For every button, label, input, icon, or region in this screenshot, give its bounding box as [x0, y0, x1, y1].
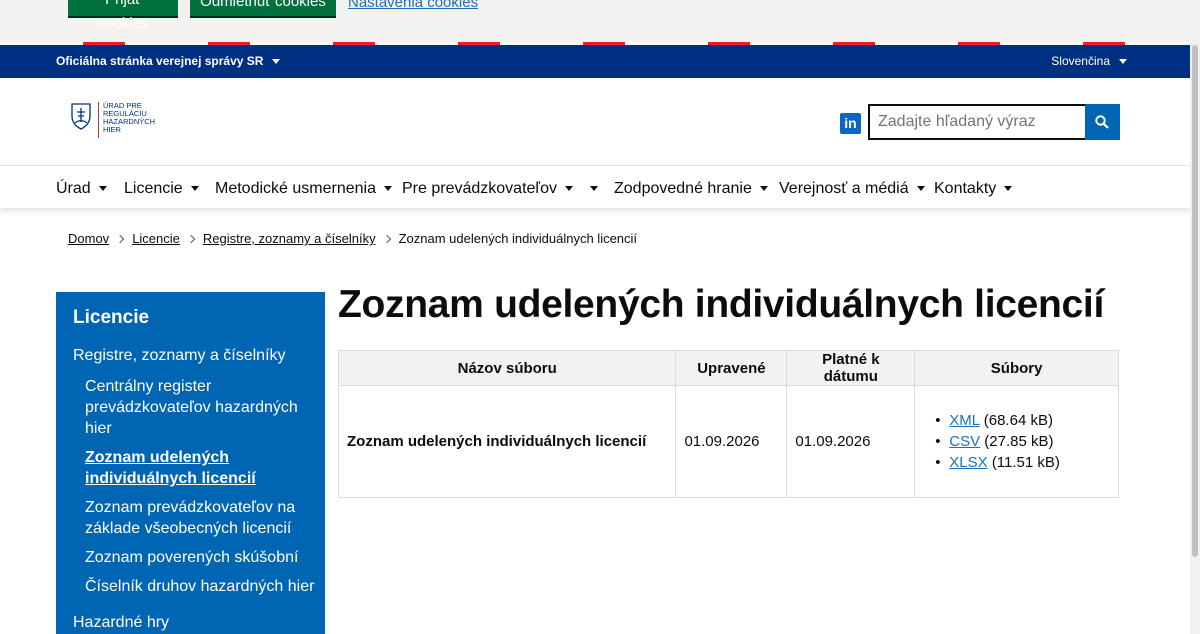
- valid-date-cell: 01.09.2026: [786, 385, 916, 498]
- cookie-bar: Prijať cookies Odmietnuť cookies Nastave…: [0, 0, 1200, 42]
- nav-label: Zodpovedné hranie: [614, 180, 752, 197]
- nav-item-unlabeled[interactable]: [582, 180, 598, 198]
- list-item: XML (68.64 kB): [949, 410, 1110, 431]
- breadcrumb-link-domov[interactable]: Domov: [68, 231, 109, 246]
- coat-of-arms-icon: [71, 103, 91, 130]
- download-xml-link[interactable]: XML: [949, 412, 979, 429]
- nav-label: Kontakty: [934, 180, 997, 197]
- logo-text: ÚRAD PRE REGULÁCIU HAZARDNÝCH HIER: [103, 101, 156, 134]
- chevron-down-icon: [383, 186, 392, 192]
- chevron-down-icon: [916, 186, 925, 192]
- sidenav-item-centralny-register[interactable]: Centrálny register prevádzkovateľov haza…: [85, 376, 315, 439]
- official-site-label: Oficiálna stránka verejnej správy SR: [56, 54, 264, 68]
- file-name-cell: Zoznam udelených individuálnych licencií: [337, 385, 677, 498]
- nav-item-pre-prevadzkovatelov[interactable]: Pre prevádzkovateľov: [402, 180, 573, 198]
- table-row: Zoznam udelených individuálnych licencií…: [337, 385, 1119, 498]
- breadcrumb: Domov Licencie Registre, zoznamy a čísel…: [68, 231, 637, 246]
- search-button[interactable]: [1085, 104, 1120, 140]
- breadcrumb-current: Zoznam udelených individuálnych licencií: [398, 231, 638, 246]
- nav-label: Úrad: [56, 180, 91, 197]
- column-header-platne: Platné k dátumu: [786, 350, 916, 386]
- side-navigation: Licencie Registre, zoznamy a číselníky C…: [56, 292, 325, 634]
- sidenav-item-ciselnik[interactable]: Číselník druhov hazardných hier: [85, 576, 315, 597]
- sidenav-title[interactable]: Licencie: [73, 307, 149, 329]
- modified-date-cell: 01.09.2026: [675, 385, 788, 498]
- nav-item-licencie[interactable]: Licencie: [124, 180, 199, 198]
- search-input[interactable]: [868, 104, 1086, 140]
- sidenav-section-registre[interactable]: Registre, zoznamy a číselníky: [73, 347, 286, 365]
- nav-label: Metodické usmernenia: [215, 180, 376, 197]
- files-cell: XML (68.64 kB) CSV (27.85 kB) XLSX (11.5…: [914, 385, 1119, 498]
- nav-item-verejnost-a-media[interactable]: Verejnosť a médiá: [779, 180, 925, 198]
- linkedin-icon[interactable]: in: [840, 113, 861, 134]
- nav-label: Pre prevádzkovateľov: [402, 180, 557, 197]
- file-size: (27.85 kB): [984, 433, 1054, 450]
- chevron-right-icon: [382, 234, 391, 243]
- chevron-down-icon: [190, 186, 199, 192]
- column-header-subory: Súbory: [914, 350, 1119, 386]
- sidenav-item-zoznam-prevadzkovatelov[interactable]: Zoznam prevádzkovateľov na základe všeob…: [85, 497, 315, 539]
- sidenav-item-hazardne-hry[interactable]: Hazardné hry: [73, 614, 169, 632]
- language-label: Slovenčina: [1051, 54, 1110, 68]
- logo-divider: [98, 102, 99, 138]
- site-logo[interactable]: ÚRAD PRE REGULÁCIU HAZARDNÝCH HIER: [70, 102, 173, 138]
- flag-stripes: [0, 42, 1190, 45]
- nav-item-metodicke-usmernenia[interactable]: Metodické usmernenia: [215, 180, 392, 198]
- download-xlsx-link[interactable]: XLSX: [949, 454, 987, 471]
- table-header-row: Názov súboru Upravené Platné k dátumu Sú…: [337, 350, 1119, 386]
- language-selector[interactable]: Slovenčina: [1051, 54, 1127, 68]
- cookie-settings-link[interactable]: Nastavenia cookies: [348, 0, 478, 11]
- reject-cookies-button[interactable]: Odmietnuť cookies: [190, 0, 336, 18]
- chevron-right-icon: [186, 234, 196, 243]
- breadcrumb-link-licencie[interactable]: Licencie: [132, 231, 180, 246]
- files-table: Názov súboru Upravené Platné k dátumu Sú…: [337, 350, 1119, 498]
- file-size: (68.64 kB): [983, 412, 1053, 429]
- chevron-down-icon: [1004, 186, 1013, 192]
- official-gov-strip: Oficiálna stránka verejnej správy SR Slo…: [0, 42, 1190, 78]
- breadcrumb-link-registre[interactable]: Registre, zoznamy a číselníky: [203, 231, 376, 246]
- official-site-toggle[interactable]: Oficiálna stránka verejnej správy SR: [56, 54, 281, 68]
- nav-item-urad[interactable]: Úrad: [56, 180, 107, 198]
- chevron-down-icon: [98, 186, 107, 192]
- scrollbar-thumb[interactable]: [1192, 45, 1198, 557]
- nav-item-zodpovedne-hranie[interactable]: Zodpovedné hranie: [614, 180, 768, 198]
- nav-item-kontakty[interactable]: Kontakty: [934, 180, 1013, 198]
- file-download-list: XML (68.64 kB) CSV (27.85 kB) XLSX (11.5…: [923, 410, 1110, 473]
- chevron-down-icon: [564, 186, 573, 192]
- sidenav-item-zoznam-licencii[interactable]: Zoznam udelených individuálnych licencií: [85, 447, 315, 489]
- list-item: XLSX (11.51 kB): [949, 452, 1110, 473]
- column-header-nazov: Názov súboru: [337, 350, 677, 386]
- sidenav-item-poverene-skusobne[interactable]: Zoznam poverených skúšobní: [85, 547, 315, 568]
- nav-label: Verejnosť a médiá: [779, 180, 909, 197]
- page-title: Zoznam udelených individuálnych licencií: [338, 283, 1105, 326]
- download-csv-link[interactable]: CSV: [949, 433, 980, 450]
- chevron-down-icon: [759, 186, 768, 192]
- nav-label: Licencie: [124, 180, 183, 197]
- file-size: (11.51 kB): [991, 454, 1060, 471]
- chevron-down-icon: [590, 186, 598, 192]
- accept-cookies-button[interactable]: Prijať cookies: [68, 0, 178, 32]
- chevron-right-icon: [115, 234, 125, 243]
- list-item: CSV (27.85 kB): [949, 431, 1110, 452]
- search-icon: [1095, 115, 1109, 129]
- main-navigation: Úrad Licencie Metodické usmernenia Pre p…: [0, 166, 1190, 208]
- chevron-down-icon: [272, 59, 281, 65]
- site-header: ÚRAD PRE REGULÁCIU HAZARDNÝCH HIER in: [0, 78, 1190, 166]
- column-header-upravene: Upravené: [675, 350, 788, 386]
- chevron-down-icon: [1119, 59, 1127, 65]
- page-scrollbar[interactable]: [1190, 0, 1200, 634]
